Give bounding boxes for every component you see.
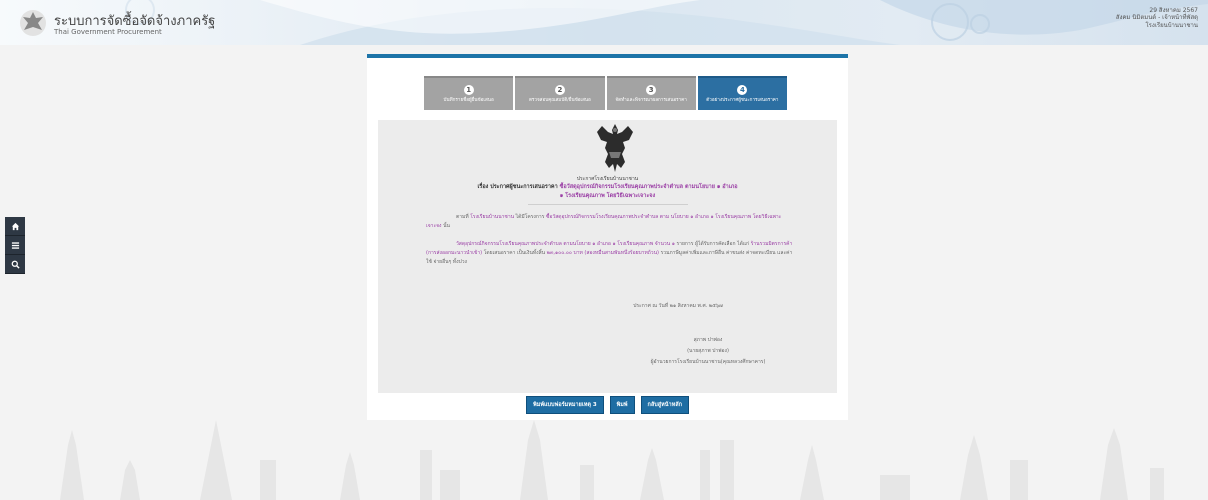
side-toolbar — [5, 217, 25, 274]
doc-divider — [528, 204, 688, 205]
print-form-button[interactable]: พิมพ์แบบฟอร์มหมายเหตุ 3 — [526, 396, 604, 414]
step-label: บันทึกรายชื่อผู้ยื่นข้อเสนอ — [443, 97, 494, 103]
search-icon[interactable] — [5, 255, 25, 274]
para2-amount: ๒๓,๑๐๐.๐๐ บาท (สองหมื่นสามพันหนึ่งร้อยบา… — [546, 250, 659, 256]
step-label: ตรวจสอบคุณสมบัติ/ยื่นข้อเสนอ — [528, 97, 591, 103]
step-number: 4 — [737, 84, 748, 95]
back-to-main-button[interactable]: กลับสู่หน้าหลัก — [640, 396, 689, 414]
doc-signature-fullname: (นายสุภาพ ปาพ่อง) — [687, 348, 729, 354]
action-buttons: พิมพ์แบบฟอร์มหมายเหตุ 3 พิมพ์ กลับสู่หน้… — [367, 396, 848, 414]
user-name-role: สังคม นิมิตมนต์ - เจ้าหน้าที่พัสดุ — [1115, 14, 1198, 21]
doc-paragraph-2: วัสดุอุปกรณ์กิจกรรมโรงเรียนคุณภาพประจำตำ… — [426, 240, 796, 267]
step-tab-2[interactable]: 2 ตรวจสอบคุณสมบัติ/ยื่นข้อเสนอ — [515, 76, 605, 110]
step-number: 2 — [554, 84, 565, 95]
garuda-emblem-icon — [597, 124, 633, 172]
print-button[interactable]: พิมพ์ — [609, 396, 635, 414]
step-label: ตัวอย่างประกาศผู้ชนะการเสนอราคา — [706, 97, 779, 103]
home-icon[interactable] — [5, 217, 25, 236]
doc-subject-line1: เรื่อง ประกาศผู้ชนะการเสนอราคา ซื้อวัสดุ… — [378, 183, 837, 191]
para2-item: วัสดุอุปกรณ์กิจกรรมโรงเรียนคุณภาพประจำตำ… — [456, 241, 675, 247]
user-organization: โรงเรียนบ้านนาชาน — [1145, 22, 1198, 29]
step-label: จัดทำและพิจารณาผลการเสนอราคา — [615, 97, 687, 103]
main-panel: 1 บันทึกรายชื่อผู้ยื่นข้อเสนอ 2 ตรวจสอบค… — [367, 54, 848, 420]
doc-signature-name: สุภาพ ปาพ่อง — [693, 337, 723, 343]
header-user-info[interactable]: สังคม นิมิตมนต์ - เจ้าหน้าที่พัสดุ โรงเร… — [1116, 14, 1198, 30]
para1-school: โรงเรียนบ้านนาชาน — [470, 214, 515, 220]
doc-signature-position: ผู้อำนวยการโรงเรียนบ้านนาชาน(คุณหลวงศึกษ… — [650, 359, 766, 365]
step-tab-1[interactable]: 1 บันทึกรายชื่อผู้ยื่นข้อเสนอ — [424, 76, 514, 110]
top-header: ระบบการจัดซื้อจัดจ้างภาครัฐ Thai Governm… — [0, 0, 1208, 45]
doc-subject-prefix: เรื่อง ประกาศผู้ชนะการเสนอราคา — [477, 184, 558, 190]
step-number: 3 — [646, 84, 657, 95]
para2-text: รายการ ผู้ได้รับการคัดเลือก ได้แก่ — [676, 241, 750, 247]
step-number: 1 — [463, 84, 474, 95]
announcement-preview: ประกาศโรงเรียนบ้านนาชาน เรื่อง ประกาศผู้… — [378, 120, 837, 393]
step-tab-4[interactable]: 4 ตัวอย่างประกาศผู้ชนะการเสนอราคา — [697, 76, 787, 110]
doc-organization: ประกาศโรงเรียนบ้านนาชาน — [576, 176, 639, 182]
doc-subject-line2: ๑ โรงเรียนคุณภาพ โดยวิธีเฉพาะเจาะจง — [378, 192, 837, 200]
menu-icon[interactable] — [5, 236, 25, 255]
step-tabs: 1 บันทึกรายชื่อผู้ยื่นข้อเสนอ 2 ตรวจสอบค… — [424, 76, 787, 110]
garuda-logo-icon[interactable] — [18, 8, 48, 38]
doc-subject-item: ซื้อวัสดุอุปกรณ์กิจกรรมโรงเรียนคุณภาพประ… — [559, 184, 738, 190]
para2-text: โดยเสนอราคา เป็นเงินทั้งสิ้น — [483, 250, 546, 256]
para1-text: ได้มีโครงการ — [515, 214, 545, 220]
brand-title-english: Thai Government Procurement — [54, 28, 162, 36]
para1-text: นั้น — [443, 223, 450, 229]
step-tab-3[interactable]: 3 จัดทำและพิจารณาผลการเสนอราคา — [606, 76, 696, 110]
para1-text: ตามที่ — [456, 214, 469, 220]
doc-paragraph-1: ตามที่ โรงเรียนบ้านนาชาน ได้มีโครงการ ซื… — [426, 213, 796, 231]
doc-announce-date: ประกาศ ณ วันที่ ๒๑ สิงหาคม พ.ศ. ๒๕๖๗ — [633, 303, 723, 309]
para2-text: จ่ายอื่นๆ ทั้งปวง — [433, 259, 467, 265]
doc-subject-line2-text: ๑ โรงเรียนคุณภาพ โดยวิธีเฉพาะเจาะจง — [559, 193, 656, 199]
para1-project: ซื้อวัสดุอุปกรณ์กิจกรรมโรงเรียนคุณภาพประ… — [546, 214, 670, 220]
